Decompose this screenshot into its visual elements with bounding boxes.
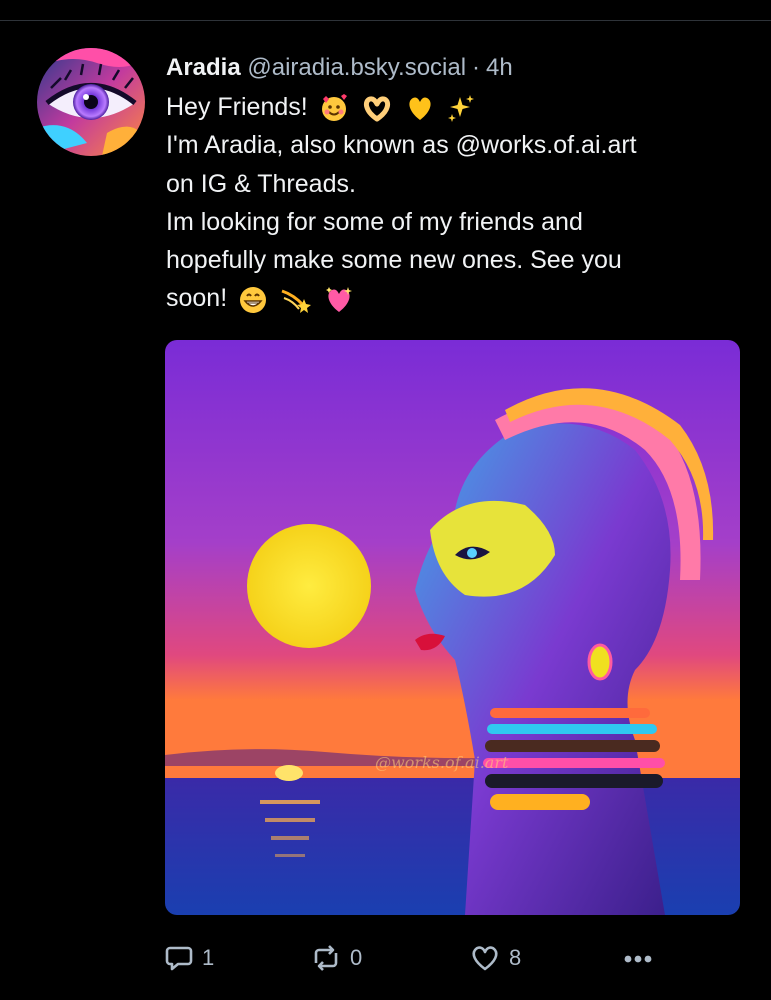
heart-icon (469, 943, 501, 973)
more-icon (620, 943, 656, 973)
post-time[interactable]: 4h (486, 54, 513, 81)
beaming-face-icon (238, 285, 268, 315)
image-watermark: @works.of.ai.art (375, 753, 509, 772)
post-actions: 1 0 8 (0, 936, 771, 980)
reply-button[interactable]: 1 (164, 936, 214, 980)
post-header: Aradia @airadia.bsky.social · 4h (166, 52, 513, 84)
post-line: Hey Friends! (166, 88, 756, 126)
post-image[interactable]: @works.of.ai.art (165, 340, 740, 915)
top-divider (0, 20, 771, 21)
dizzy-icon (279, 285, 313, 315)
yellow-heart-icon (405, 93, 435, 123)
like-button[interactable]: 8 (469, 936, 521, 980)
author-name[interactable]: Aradia (166, 54, 241, 81)
repost-icon (310, 943, 342, 973)
reply-count: 1 (202, 945, 215, 970)
post-line: soon! (166, 279, 756, 317)
post-line-text: soon! (166, 284, 228, 313)
sparkles-icon (446, 93, 476, 123)
heart-hands-icon (360, 93, 394, 123)
like-count: 8 (509, 945, 522, 970)
reply-icon (164, 943, 194, 973)
repost-count: 0 (350, 945, 363, 970)
post-line: hopefully make some new ones. See you (166, 246, 622, 275)
header-separator: · (472, 54, 481, 81)
repost-button[interactable]: 0 (310, 936, 362, 980)
post-line: on IG & Threads. (166, 169, 356, 198)
more-options-button[interactable] (620, 936, 656, 980)
post-text: Hey Friends! I'm Aradia, also known as @… (166, 88, 756, 318)
smiling-face-with-hearts-icon (319, 93, 349, 123)
post-line-text: Hey Friends! (166, 93, 308, 121)
sparkling-heart-icon (324, 285, 354, 315)
post-line: Im looking for some of my friends and (166, 207, 583, 236)
author-handle[interactable]: @airadia.bsky.social (247, 54, 466, 81)
author-avatar[interactable] (37, 48, 145, 156)
post-line: I'm Aradia, also known as @works.of.ai.a… (166, 131, 637, 160)
